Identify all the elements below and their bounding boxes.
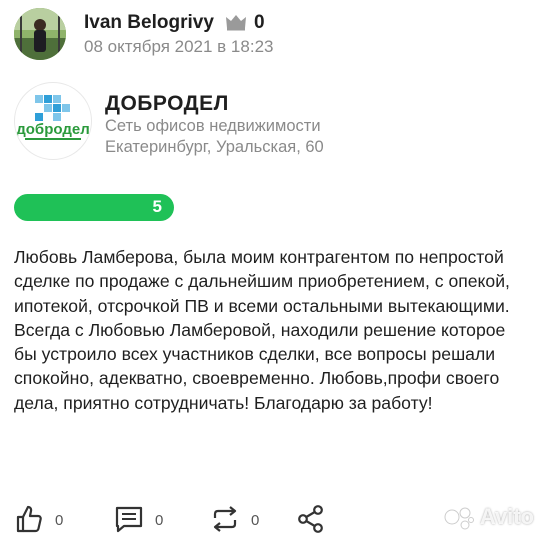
repost-icon <box>213 506 237 532</box>
review-text: Любовь Ламберова, была моим контрагентом… <box>14 247 510 413</box>
comment-icon <box>115 506 143 533</box>
rating-bar: 5 <box>14 194 174 221</box>
avito-logo-icon <box>444 507 474 530</box>
organization-card[interactable]: добродел ДОБРОДЕЛ Сеть офисов недвижимос… <box>14 82 534 172</box>
repost-count: 0 <box>251 512 260 529</box>
like-count: 0 <box>55 512 64 529</box>
organization-description: Сеть офисов недвижимости <box>105 117 321 135</box>
avatar-photo <box>14 8 66 60</box>
crown-icon <box>226 15 246 31</box>
post-header: Ivan Belogrivy 0 08 октября 2021 в 18:23 <box>14 8 534 60</box>
organization-logo: добродел <box>14 82 92 160</box>
organization-name: ДОБРОДЕЛ <box>105 92 229 115</box>
watermark-text: Avito <box>479 504 534 530</box>
organization-address: Екатеринбург, Уральская, 60 <box>105 138 324 156</box>
post-date: 08 октября 2021 в 18:23 <box>84 37 274 56</box>
author-name[interactable]: Ivan Belogrivy <box>84 12 214 34</box>
thumbs-up-icon <box>16 505 42 533</box>
crown-count: 0 <box>254 12 265 33</box>
rating-value: 5 <box>152 197 162 216</box>
comment-count: 0 <box>155 512 164 529</box>
share-icon <box>298 505 323 533</box>
avatar[interactable] <box>14 8 66 60</box>
svg-text:добродел: добродел <box>16 121 89 138</box>
avito-watermark: Avito <box>444 503 534 530</box>
house-logo-icon: добродел <box>16 95 90 140</box>
